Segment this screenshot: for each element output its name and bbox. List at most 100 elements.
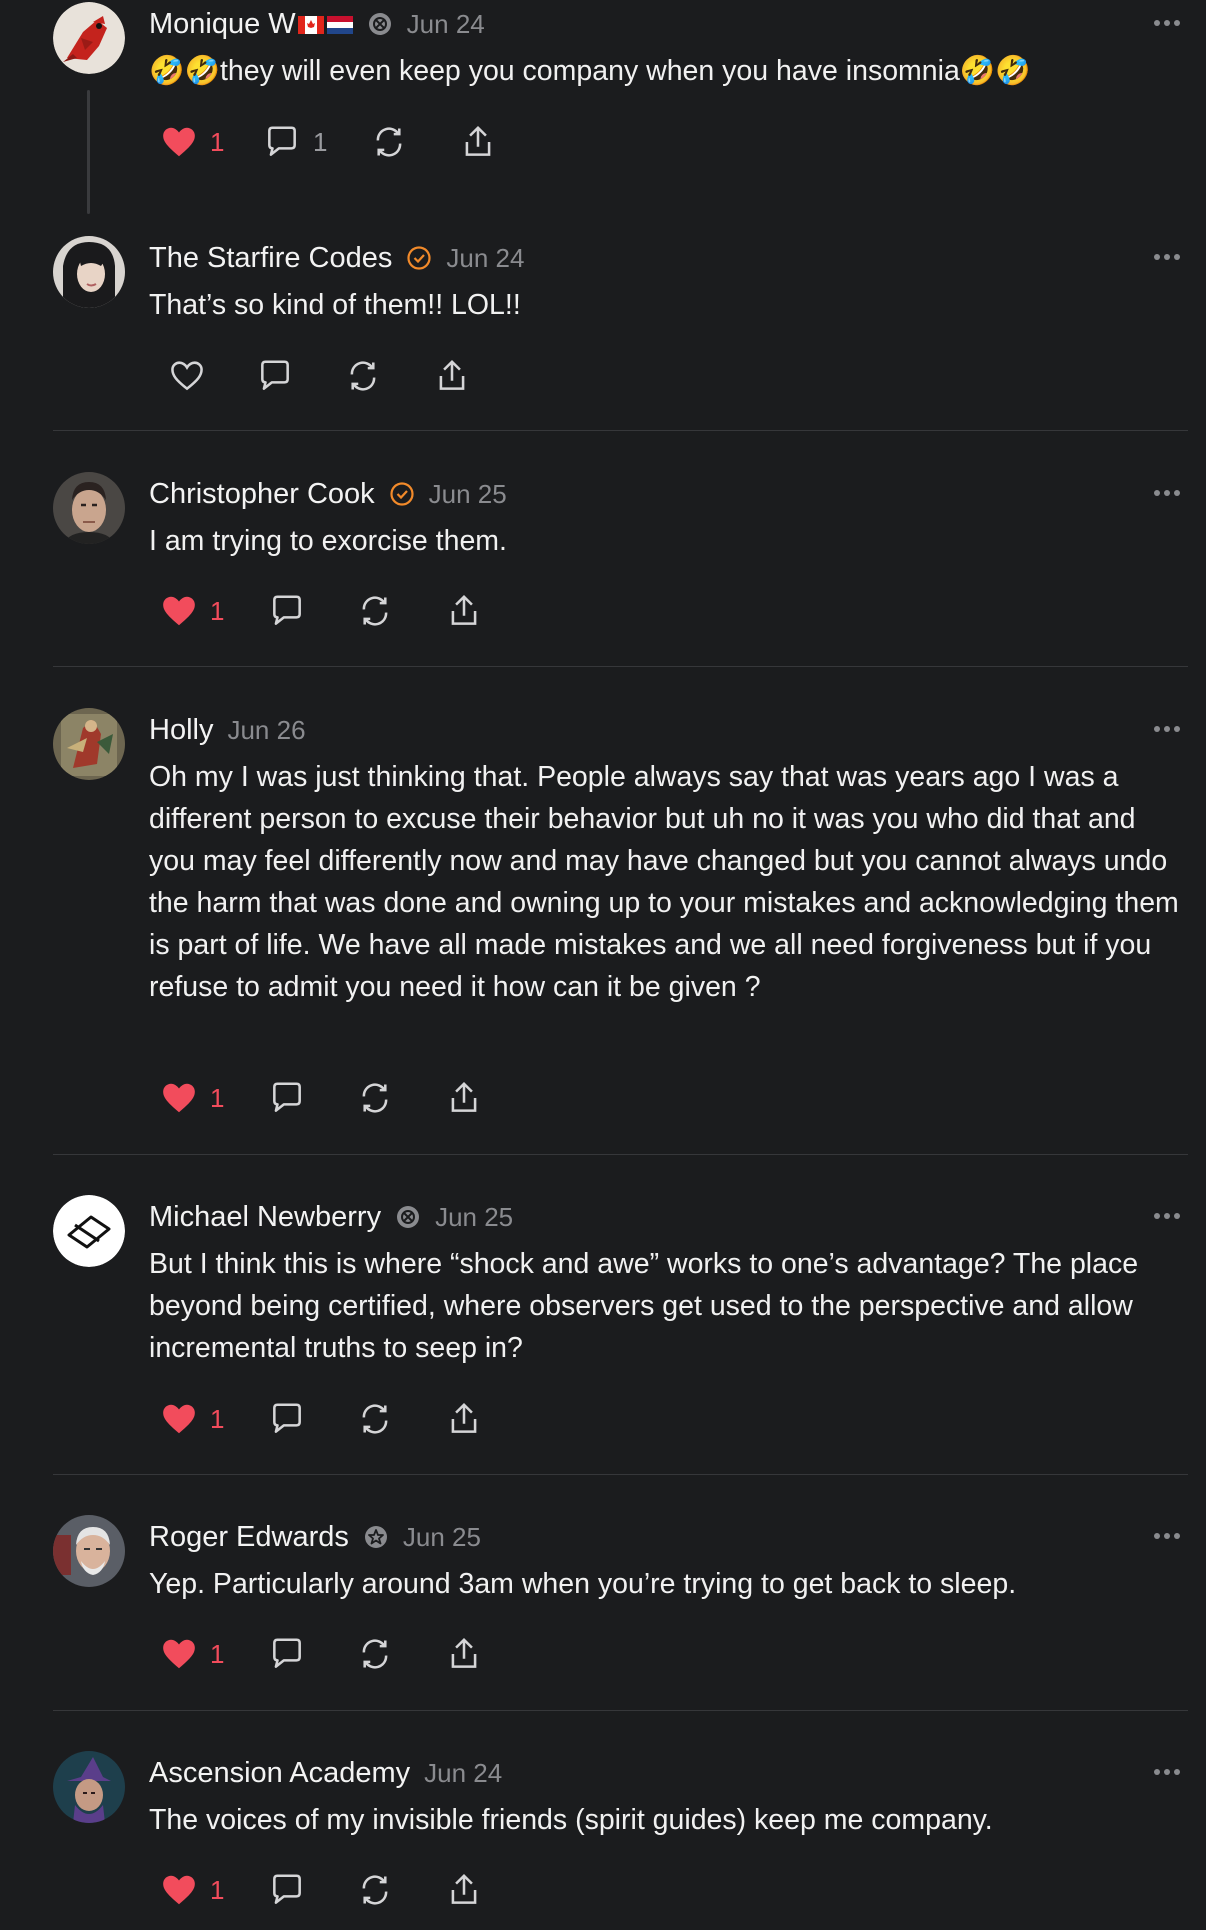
verified-check-icon [389, 481, 415, 507]
netherlands-flag-icon [326, 15, 353, 34]
post-date: Jun 25 [402, 1521, 481, 1552]
author-name[interactable]: Holly [149, 714, 213, 747]
heart-outline-icon [171, 361, 203, 391]
comment-icon [273, 1638, 301, 1668]
share-icon [439, 359, 465, 390]
share-icon [465, 125, 491, 156]
share-button[interactable] [445, 1868, 483, 1912]
heart-filled-icon [163, 1639, 195, 1669]
more-options-icon[interactable] [1152, 478, 1182, 508]
avatar[interactable] [53, 472, 125, 544]
more-options-icon[interactable] [1152, 8, 1182, 38]
repost-icon [362, 1404, 388, 1434]
avatar[interactable] [53, 2, 125, 74]
comment-button[interactable] [268, 589, 306, 633]
like-count: 1 [210, 1082, 225, 1113]
share-icon [451, 1873, 477, 1904]
author-name[interactable]: Christopher Cook [149, 478, 375, 511]
more-options-icon[interactable] [1152, 714, 1182, 744]
post-date: Jun 24 [406, 8, 485, 39]
share-icon [451, 1637, 477, 1668]
post-header: Ascension Academy Jun 24 [149, 1751, 502, 1795]
like-count: 1 [210, 1638, 225, 1669]
share-button[interactable] [433, 354, 471, 398]
like-button[interactable]: 1 [160, 589, 224, 633]
share-button[interactable] [445, 589, 483, 633]
author-name[interactable]: Ascension Academy [149, 1757, 410, 1790]
like-count: 1 [210, 1874, 225, 1905]
post-header: Monique W Jun 24 [149, 2, 485, 46]
repost-icon [362, 1875, 388, 1905]
author-name[interactable]: The Starfire Codes [149, 242, 392, 275]
share-icon [451, 1081, 477, 1112]
share-button[interactable] [459, 120, 497, 164]
comment-button[interactable] [256, 354, 294, 398]
repost-icon [362, 1639, 388, 1669]
repost-button[interactable] [356, 1397, 394, 1441]
flag-icons [297, 15, 353, 34]
post-date: Jun 24 [446, 242, 525, 273]
more-options-icon[interactable] [1152, 1757, 1182, 1787]
repost-button[interactable] [356, 1868, 394, 1912]
post-header: Michael Newberry Jun 25 [149, 1195, 513, 1239]
like-button[interactable]: 1 [160, 1397, 224, 1441]
heart-filled-icon [163, 596, 195, 626]
author-name[interactable]: Michael Newberry [149, 1201, 381, 1234]
post-text: Oh my I was just thinking that. People a… [149, 761, 1179, 1003]
post-header: The Starfire Codes Jun 24 [149, 236, 524, 280]
post-header: Christopher Cook Jun 25 [149, 472, 507, 516]
heart-filled-icon [163, 1404, 195, 1434]
author-name[interactable]: Monique W [149, 8, 353, 41]
comment-button[interactable]: 1 [263, 120, 327, 164]
more-options-icon[interactable] [1152, 1521, 1182, 1551]
comment-icon [261, 360, 289, 390]
share-button[interactable] [445, 1076, 483, 1120]
repost-icon [362, 596, 388, 626]
avatar[interactable] [53, 1195, 125, 1267]
more-options-icon[interactable] [1152, 242, 1182, 272]
post-text: I am trying to exorcise them. [149, 525, 507, 557]
post-header: Holly Jun 26 [149, 708, 306, 752]
community-badge-icon [395, 1204, 421, 1230]
repost-icon [362, 1083, 388, 1113]
post-text: Yep. Particularly around 3am when you’re… [149, 1568, 1017, 1600]
like-button[interactable]: 1 [160, 1076, 224, 1120]
comment-button[interactable] [268, 1632, 306, 1676]
like-button[interactable]: 1 [160, 1632, 224, 1676]
avatar[interactable] [53, 236, 125, 308]
like-button[interactable] [168, 354, 206, 398]
post-text: That’s so kind of them!! LOL!! [149, 289, 521, 321]
like-button[interactable]: 1 [160, 120, 224, 164]
post-divider [53, 666, 1188, 667]
post-text: 🤣🤣they will even keep you company when y… [149, 55, 1031, 87]
share-button[interactable] [445, 1632, 483, 1676]
comment-button[interactable] [268, 1076, 306, 1120]
canada-flag-icon [297, 15, 324, 34]
heart-filled-icon [163, 127, 195, 157]
post-divider [53, 1710, 1188, 1711]
post-divider [53, 1154, 1188, 1155]
comment-button[interactable] [268, 1868, 306, 1912]
comment-icon [273, 1082, 301, 1112]
comment-button[interactable] [268, 1397, 306, 1441]
comment-count: 1 [313, 126, 328, 157]
verified-check-icon [406, 245, 432, 271]
post-date: Jun 25 [428, 478, 507, 509]
author-name-text: Monique W [149, 7, 296, 40]
more-options-icon[interactable] [1152, 1201, 1182, 1231]
repost-icon [350, 361, 376, 391]
like-button[interactable]: 1 [160, 1868, 224, 1912]
like-count: 1 [210, 1403, 225, 1434]
avatar[interactable] [53, 1515, 125, 1587]
repost-button[interactable] [356, 1076, 394, 1120]
repost-button[interactable] [356, 1632, 394, 1676]
post-text: The voices of my invisible friends (spir… [149, 1804, 993, 1836]
repost-button[interactable] [344, 354, 382, 398]
author-name[interactable]: Roger Edwards [149, 1521, 349, 1554]
repost-button[interactable] [370, 120, 408, 164]
repost-button[interactable] [356, 589, 394, 633]
share-button[interactable] [445, 1397, 483, 1441]
avatar[interactable] [53, 708, 125, 780]
avatar[interactable] [53, 1751, 125, 1823]
post-date: Jun 26 [227, 714, 306, 745]
